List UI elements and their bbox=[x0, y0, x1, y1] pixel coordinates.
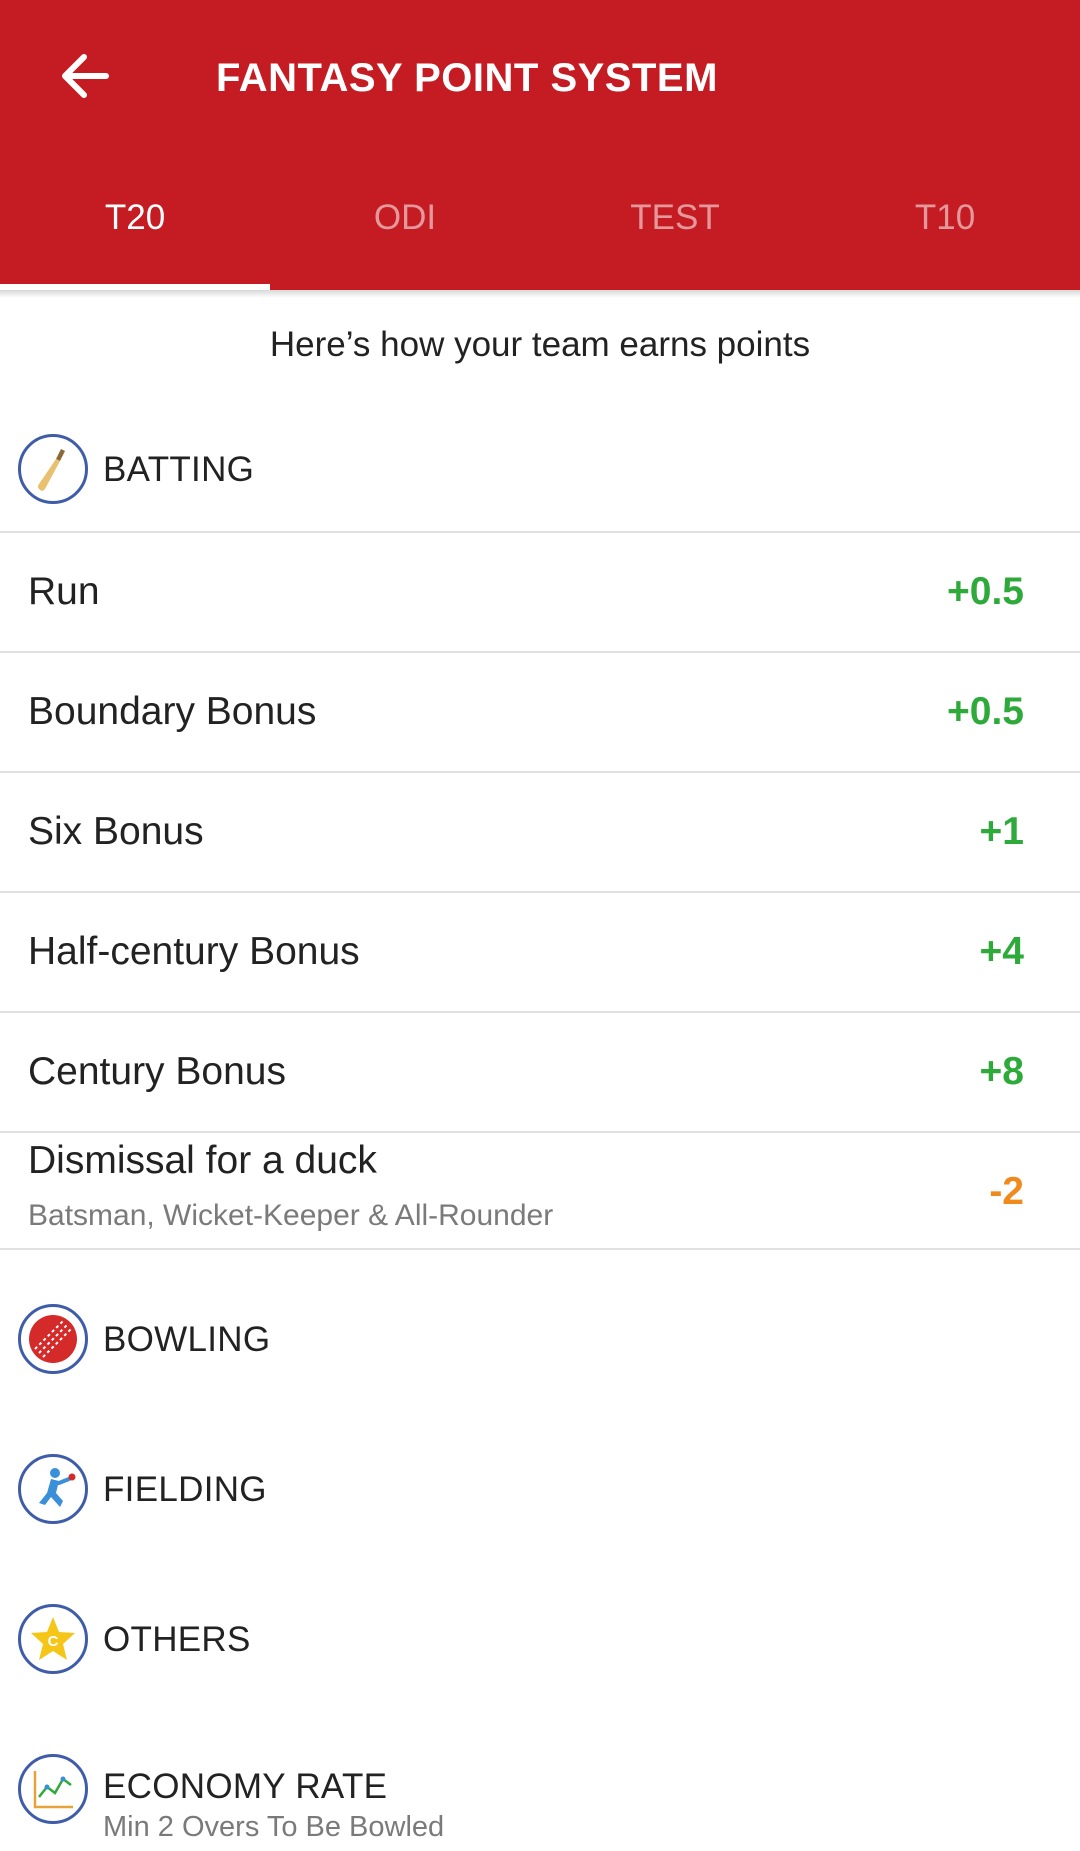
captain-star-icon: C bbox=[18, 1604, 88, 1674]
section-label: ECONOMY RATE bbox=[103, 1767, 388, 1806]
section-others[interactable]: C OTHERS bbox=[0, 1585, 1080, 1695]
cricket-bat-icon bbox=[18, 434, 88, 504]
svg-text:C: C bbox=[48, 1633, 59, 1650]
rule-name: Century Bonus bbox=[28, 1050, 286, 1093]
cricket-ball-icon bbox=[18, 1304, 88, 1374]
line-chart-icon bbox=[18, 1754, 88, 1824]
page-title: FANTASY POINT SYSTEM bbox=[216, 56, 718, 100]
rule-name: Six Bonus bbox=[28, 810, 204, 853]
tab-odi[interactable]: ODI bbox=[270, 180, 540, 290]
divider bbox=[0, 1248, 1080, 1250]
list-item: Six Bonus +1 bbox=[0, 773, 1080, 891]
fielder-icon bbox=[18, 1454, 88, 1524]
app-bar: FANTASY POINT SYSTEM T20 ODI TEST T10 bbox=[0, 0, 1080, 290]
rule-points: +0.5 bbox=[947, 690, 1024, 733]
rule-description: Batsman, Wicket-Keeper & All-Rounder bbox=[28, 1199, 554, 1232]
section-fielding[interactable]: FIELDING bbox=[0, 1435, 1080, 1545]
section-subtitle: Min 2 Overs To Be Bowled bbox=[103, 1811, 445, 1843]
section-label: OTHERS bbox=[103, 1620, 251, 1659]
rule-name: Boundary Bonus bbox=[28, 690, 317, 733]
list-item: Boundary Bonus +0.5 bbox=[0, 653, 1080, 771]
section-label: BATTING bbox=[103, 450, 255, 489]
rule-points: +8 bbox=[979, 1050, 1024, 1093]
section-label: BOWLING bbox=[103, 1320, 271, 1359]
list-item: Run +0.5 bbox=[0, 533, 1080, 651]
tab-t20[interactable]: T20 bbox=[0, 180, 270, 290]
section-economy-rate[interactable]: ECONOMY RATE Min 2 Overs To Be Bowled bbox=[0, 1735, 1080, 1845]
rule-name: Run bbox=[28, 570, 100, 613]
tab-t10[interactable]: T10 bbox=[810, 180, 1080, 290]
back-button[interactable] bbox=[48, 40, 120, 112]
tab-shadow bbox=[0, 290, 1080, 298]
list-item: Half-century Bonus +4 bbox=[0, 893, 1080, 1011]
arrow-left-icon bbox=[62, 54, 109, 98]
intro-text: Here’s how your team earns points bbox=[269, 325, 811, 364]
section-bowling[interactable]: BOWLING bbox=[0, 1285, 1080, 1395]
rule-points: +0.5 bbox=[947, 570, 1024, 613]
rule-name: Half-century Bonus bbox=[28, 930, 360, 973]
rule-points: +1 bbox=[979, 810, 1024, 853]
rule-name: Dismissal for a duck bbox=[28, 1139, 377, 1182]
tab-test[interactable]: TEST bbox=[540, 180, 810, 290]
section-label: FIELDING bbox=[103, 1470, 267, 1509]
rule-points: -2 bbox=[989, 1170, 1024, 1213]
format-tabs: T20 ODI TEST T10 bbox=[0, 180, 1080, 290]
rule-points: +4 bbox=[979, 930, 1024, 973]
list-item: Dismissal for a duck Batsman, Wicket-Kee… bbox=[0, 1133, 1080, 1251]
list-item: Century Bonus +8 bbox=[0, 1013, 1080, 1131]
section-batting[interactable]: BATTING bbox=[0, 415, 1080, 525]
